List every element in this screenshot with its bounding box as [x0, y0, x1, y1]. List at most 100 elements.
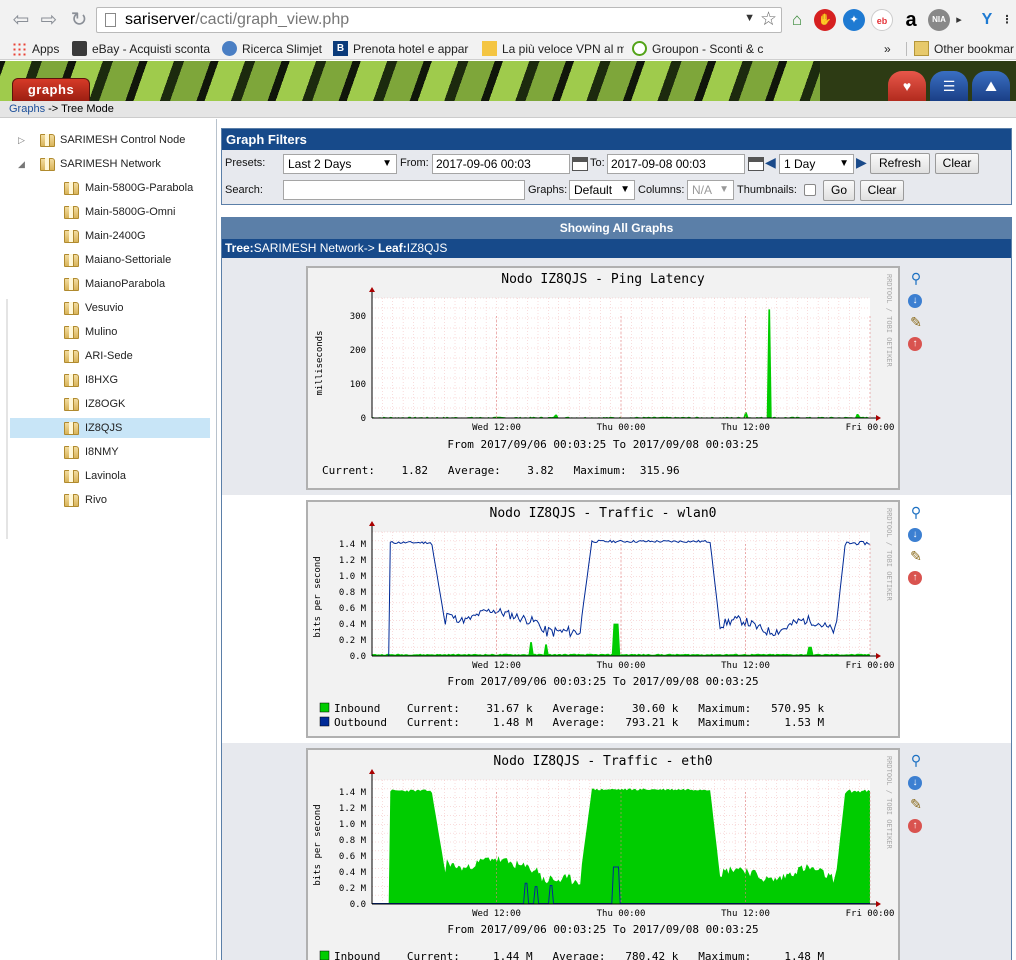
bookmark-vpn[interactable]: La più veloce VPN al m: [482, 40, 624, 58]
back-arrow-icon[interactable]: ⇦: [10, 9, 32, 31]
x-tick-label: Thu 00:00: [597, 423, 646, 433]
y-tick-label: 1.4 M: [339, 788, 367, 798]
tree-label: SARIMESH Network: [60, 158, 161, 170]
extension-menu-arrow-icon[interactable]: ▸: [954, 9, 964, 31]
graph-settings-icon[interactable]: ✎: [908, 314, 924, 330]
graph-image-eth0[interactable]: Nodo IZ8QJS - Traffic - eth0 RRDTOOL / T…: [306, 748, 900, 960]
go-button[interactable]: Go: [823, 180, 855, 201]
bookmark-ebay[interactable]: eBay - Acquisti sconta: [72, 40, 212, 58]
tree-leaf[interactable]: Main-5800G-Parabola: [10, 178, 210, 198]
tree-root-network[interactable]: ◢ SARIMESH Network: [14, 154, 210, 174]
csv-export-icon[interactable]: ↓: [908, 528, 922, 542]
clear-search-button[interactable]: Clear: [860, 180, 904, 201]
tree-label: MaianoParabola: [85, 278, 166, 290]
csv-export-icon[interactable]: ↓: [908, 294, 922, 308]
amazon-extension-icon[interactable]: a: [900, 9, 922, 31]
showing-all-graphs: Showing All Graphs: [222, 218, 1011, 239]
tree-root-control-node[interactable]: ▷ SARIMESH Control Node: [14, 130, 210, 150]
zoom-graph-icon[interactable]: ⚲: [908, 752, 924, 768]
tree-leaf[interactable]: Mulino: [10, 322, 210, 342]
scroll-top-icon[interactable]: ↑: [908, 571, 922, 585]
csv-export-icon[interactable]: ↓: [908, 776, 922, 790]
breadcrumb-link-graphs[interactable]: Graphs: [9, 103, 45, 115]
address-bar[interactable]: sariserver/cacti/graph_view.php ▼ ☆: [96, 7, 782, 33]
y-tick-label: 0.2 M: [339, 636, 367, 646]
tree-leaf[interactable]: Rivo: [10, 490, 210, 510]
search-input[interactable]: [283, 180, 525, 200]
url-text[interactable]: sariserver/cacti/graph_view.php: [125, 11, 349, 29]
from-label: From:: [400, 157, 429, 169]
columns-select[interactable]: N/A ▼: [687, 180, 734, 200]
graphs-select[interactable]: Default ▼: [569, 180, 635, 200]
x-tick-label: Fri 00:00: [846, 909, 895, 919]
calendar-icon[interactable]: [572, 157, 588, 171]
collapse-arrow-icon[interactable]: ◢: [18, 154, 28, 174]
tree-leaf[interactable]: Vesuvio: [10, 298, 210, 318]
bookmarks-overflow[interactable]: »: [884, 40, 900, 58]
presets-select[interactable]: Last 2 Days ▼: [283, 154, 397, 174]
tree-leaf[interactable]: Maiano-Settoriale: [10, 250, 210, 270]
preview-view-button[interactable]: ⛰: [972, 71, 1010, 101]
y-tick-label: 0.6 M: [339, 604, 367, 614]
nia-extension-icon[interactable]: NIA: [928, 9, 950, 31]
shift-right-icon[interactable]: ▶: [856, 154, 867, 171]
plot-area-ping: [369, 287, 881, 421]
other-bookmarks[interactable]: Other bookmar: [914, 40, 1016, 58]
tree-leaf[interactable]: Main-2400G: [10, 226, 210, 246]
adblock-icon[interactable]: ✋: [814, 9, 836, 31]
graph-stats: Current: 1.82 Average: 3.82 Maximum: 315…: [322, 464, 680, 477]
bookmark-groupon[interactable]: Groupon - Sconti & c: [632, 40, 772, 58]
tab-graphs[interactable]: graphs: [12, 78, 90, 101]
scroll-top-icon[interactable]: ↑: [908, 819, 922, 833]
ebay-extension-icon[interactable]: eb: [871, 9, 893, 31]
shift-left-icon[interactable]: ◀: [765, 154, 776, 171]
expand-arrow-icon[interactable]: ▷: [18, 130, 28, 150]
tree-leaf[interactable]: I8HXG: [10, 370, 210, 390]
clear-button[interactable]: Clear: [935, 153, 979, 174]
home-icon[interactable]: ⌂: [786, 9, 808, 31]
zoom-graph-icon[interactable]: ⚲: [908, 270, 924, 286]
y-tick-label: 1.2 M: [339, 804, 367, 814]
from-date-input[interactable]: 2017-09-06 00:03: [432, 154, 570, 174]
tree-leaf[interactable]: ARI-Sede: [10, 346, 210, 366]
graph-tree: ▷ SARIMESH Control Node ◢ SARIMESH Netwo…: [0, 119, 217, 960]
y-extension-icon[interactable]: Y: [976, 9, 998, 31]
reload-icon[interactable]: ↻: [68, 9, 90, 31]
graph-image-ping[interactable]: Nodo IZ8QJS - Ping Latency RRDTOOL / TOB…: [306, 266, 900, 490]
forward-arrow-icon[interactable]: ⇨: [38, 9, 60, 31]
graphs-label: Graphs:: [528, 184, 568, 196]
breadcrumb: Graphs -> Tree Mode: [0, 101, 1016, 118]
graph-image-wlan0[interactable]: Nodo IZ8QJS - Traffic - wlan0 RRDTOOL / …: [306, 500, 900, 738]
tree-leaf[interactable]: Lavinola: [10, 466, 210, 486]
folder-icon: [64, 182, 79, 195]
tree-leaf[interactable]: I8NMY: [10, 442, 210, 462]
y-tick-label: 0.8 M: [339, 836, 367, 846]
folder-icon: [40, 158, 55, 171]
browser-menu-icon[interactable]: ⋮: [1000, 9, 1014, 31]
tree-leaf[interactable]: Main-5800G-Omni: [10, 202, 210, 222]
refresh-button[interactable]: Refresh: [870, 153, 930, 174]
tree-scrollbar[interactable]: [6, 299, 8, 539]
scroll-top-icon[interactable]: ↑: [908, 337, 922, 351]
graph-settings-icon[interactable]: ✎: [908, 548, 924, 564]
folder-icon: [64, 230, 79, 243]
bulb-extension-icon[interactable]: ✦: [843, 9, 865, 31]
omnibox-dropdown-icon[interactable]: ▼: [744, 12, 755, 24]
list-view-button[interactable]: ☰: [930, 71, 968, 101]
realtime-button[interactable]: ♥: [888, 71, 926, 101]
bookmark-apps[interactable]: Apps: [12, 40, 64, 58]
folder-icon: [40, 134, 55, 147]
thumbnails-checkbox[interactable]: [804, 184, 816, 196]
calendar-icon[interactable]: [748, 157, 764, 171]
bookmark-booking[interactable]: B Prenota hotel e appar: [333, 40, 473, 58]
zoom-graph-icon[interactable]: ⚲: [908, 504, 924, 520]
y-tick-label: 0.8 M: [339, 588, 367, 598]
graph-settings-icon[interactable]: ✎: [908, 796, 924, 812]
to-date-input[interactable]: 2017-09-08 00:03: [607, 154, 745, 174]
bookmark-star-icon[interactable]: ☆: [760, 8, 777, 31]
tree-leaf[interactable]: IZ8QJS: [10, 418, 210, 438]
tree-leaf[interactable]: MaianoParabola: [10, 274, 210, 294]
bookmark-slimjet[interactable]: Ricerca Slimjet: [222, 40, 332, 58]
timespan-select[interactable]: 1 Day ▼: [779, 154, 854, 174]
tree-leaf[interactable]: IZ8OGK: [10, 394, 210, 414]
